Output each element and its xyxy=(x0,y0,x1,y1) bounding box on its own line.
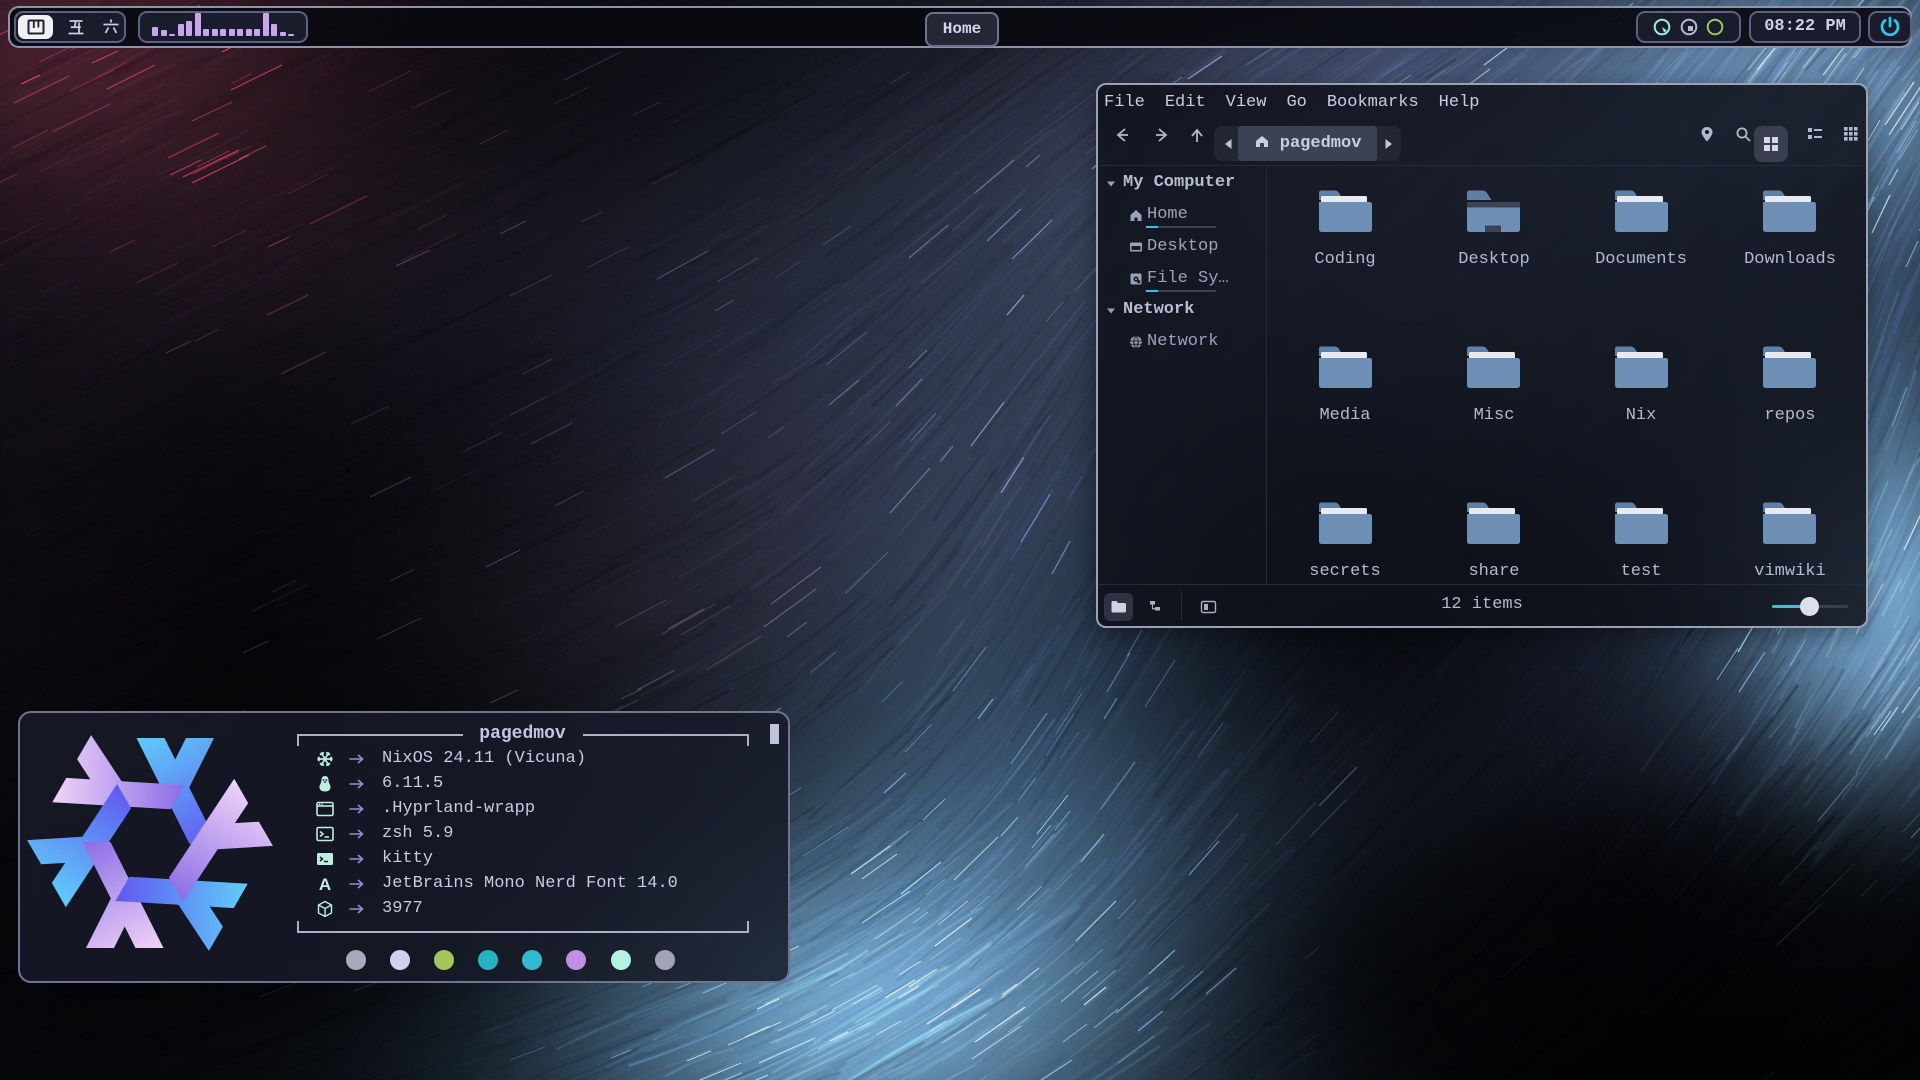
svg-text:A: A xyxy=(319,875,331,894)
